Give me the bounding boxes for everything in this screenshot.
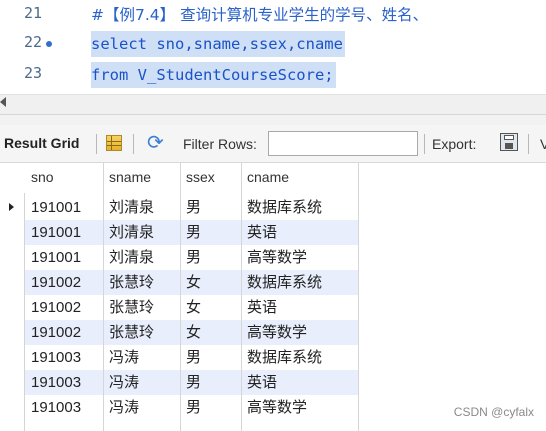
code-line-21[interactable]: 21 #【例7.4】 查询计算机专业学生的学号、姓名、 xyxy=(0,0,546,30)
line-number: 22 xyxy=(23,33,42,51)
export-label: Export: xyxy=(432,136,477,152)
cell-ssex[interactable]: 男 xyxy=(180,345,241,370)
result-toolbar: Result Grid ⟳ Filter Rows: Export: V xyxy=(0,125,546,163)
column-header-sno[interactable]: sno xyxy=(25,165,103,190)
cell-sno[interactable]: 191002 xyxy=(25,270,103,295)
line-number: 21 xyxy=(23,4,42,22)
watermark: CSDN @cyfalx xyxy=(453,405,534,419)
code-text[interactable]: select sno,sname,ssex,cname xyxy=(91,31,345,57)
cell-ssex[interactable]: 女 xyxy=(180,295,241,320)
column-header-ssex[interactable]: ssex xyxy=(180,165,241,190)
cell-ssex[interactable]: 男 xyxy=(180,370,241,395)
cell-ssex[interactable]: 男 xyxy=(180,220,241,245)
cell-cname[interactable]: 英语 xyxy=(241,370,358,395)
column-divider xyxy=(241,163,242,431)
filter-rows-label: Filter Rows: xyxy=(183,136,257,152)
cell-sno[interactable]: 191003 xyxy=(25,345,103,370)
line-number: 23 xyxy=(23,64,42,82)
cell-sname[interactable]: 冯涛 xyxy=(103,395,180,420)
cell-sno[interactable]: 191003 xyxy=(25,370,103,395)
column-divider xyxy=(180,163,181,431)
toolbar-separator xyxy=(528,134,529,154)
column-header-sname[interactable]: sname xyxy=(103,165,180,190)
cell-ssex[interactable]: 女 xyxy=(180,270,241,295)
cell-sname[interactable]: 张慧玲 xyxy=(103,295,180,320)
scroll-left-arrow-icon[interactable] xyxy=(0,97,6,107)
cell-cname[interactable]: 数据库系统 xyxy=(241,195,358,220)
breakpoint-dot-icon xyxy=(46,41,52,47)
cell-cname[interactable]: 数据库系统 xyxy=(241,345,358,370)
cell-sname[interactable]: 张慧玲 xyxy=(103,320,180,345)
scroll-track[interactable] xyxy=(12,98,546,111)
row-pointer-icon xyxy=(9,203,14,211)
code-line-22[interactable]: 22 select sno,sname,ssex,cname xyxy=(0,29,546,59)
cell-ssex[interactable]: 女 xyxy=(180,320,241,345)
cell-cname[interactable]: 高等数学 xyxy=(241,320,358,345)
cell-sno[interactable]: 191001 xyxy=(25,195,103,220)
cell-ssex[interactable]: 男 xyxy=(180,395,241,420)
cell-sname[interactable]: 冯涛 xyxy=(103,345,180,370)
toolbar-separator xyxy=(424,134,425,154)
cell-cname[interactable]: 英语 xyxy=(241,220,358,245)
column-header-cname[interactable]: cname xyxy=(241,165,358,190)
cell-ssex[interactable]: 男 xyxy=(180,195,241,220)
cell-sname[interactable]: 冯涛 xyxy=(103,370,180,395)
cell-cname[interactable]: 数据库系统 xyxy=(241,270,358,295)
column-divider xyxy=(103,163,104,431)
filter-rows-input[interactable] xyxy=(268,131,418,156)
toolbar-truncated-label: V xyxy=(540,136,546,152)
cell-ssex[interactable]: 男 xyxy=(180,245,241,270)
code-line-23[interactable]: 23 from V_StudentCourseScore; xyxy=(0,60,546,90)
code-text[interactable]: from V_StudentCourseScore; xyxy=(91,62,336,88)
cell-cname[interactable]: 高等数学 xyxy=(241,245,358,270)
toolbar-separator xyxy=(133,134,134,154)
editor-horizontal-scrollbar[interactable] xyxy=(0,94,546,114)
cell-sname[interactable]: 刘清泉 xyxy=(103,195,180,220)
save-export-icon[interactable] xyxy=(500,133,518,151)
refresh-icon[interactable]: ⟳ xyxy=(147,132,164,152)
grid-icon[interactable] xyxy=(106,135,122,151)
result-grid-title: Result Grid xyxy=(4,135,80,151)
cell-sname[interactable]: 刘清泉 xyxy=(103,220,180,245)
cell-cname[interactable]: 英语 xyxy=(241,295,358,320)
cell-sno[interactable]: 191001 xyxy=(25,220,103,245)
cell-sno[interactable]: 191003 xyxy=(25,395,103,420)
cell-sno[interactable]: 191001 xyxy=(25,245,103,270)
cell-cname[interactable]: 高等数学 xyxy=(241,395,358,420)
result-grid[interactable]: sno sname ssex cname 191001 刘清泉男数据库系统 1910… xyxy=(0,163,546,431)
cell-sname[interactable]: 刘清泉 xyxy=(103,245,180,270)
cell-sno[interactable]: 191002 xyxy=(25,295,103,320)
cell-sname[interactable]: 张慧玲 xyxy=(103,270,180,295)
toolbar-separator xyxy=(96,134,97,154)
column-divider xyxy=(358,163,359,431)
cell-sno[interactable]: 191002 xyxy=(25,320,103,345)
sql-editor[interactable]: 21 #【例7.4】 查询计算机专业学生的学号、姓名、 22 select sn… xyxy=(0,0,546,92)
code-text[interactable]: #【例7.4】 查询计算机专业学生的学号、姓名、 xyxy=(91,2,428,28)
